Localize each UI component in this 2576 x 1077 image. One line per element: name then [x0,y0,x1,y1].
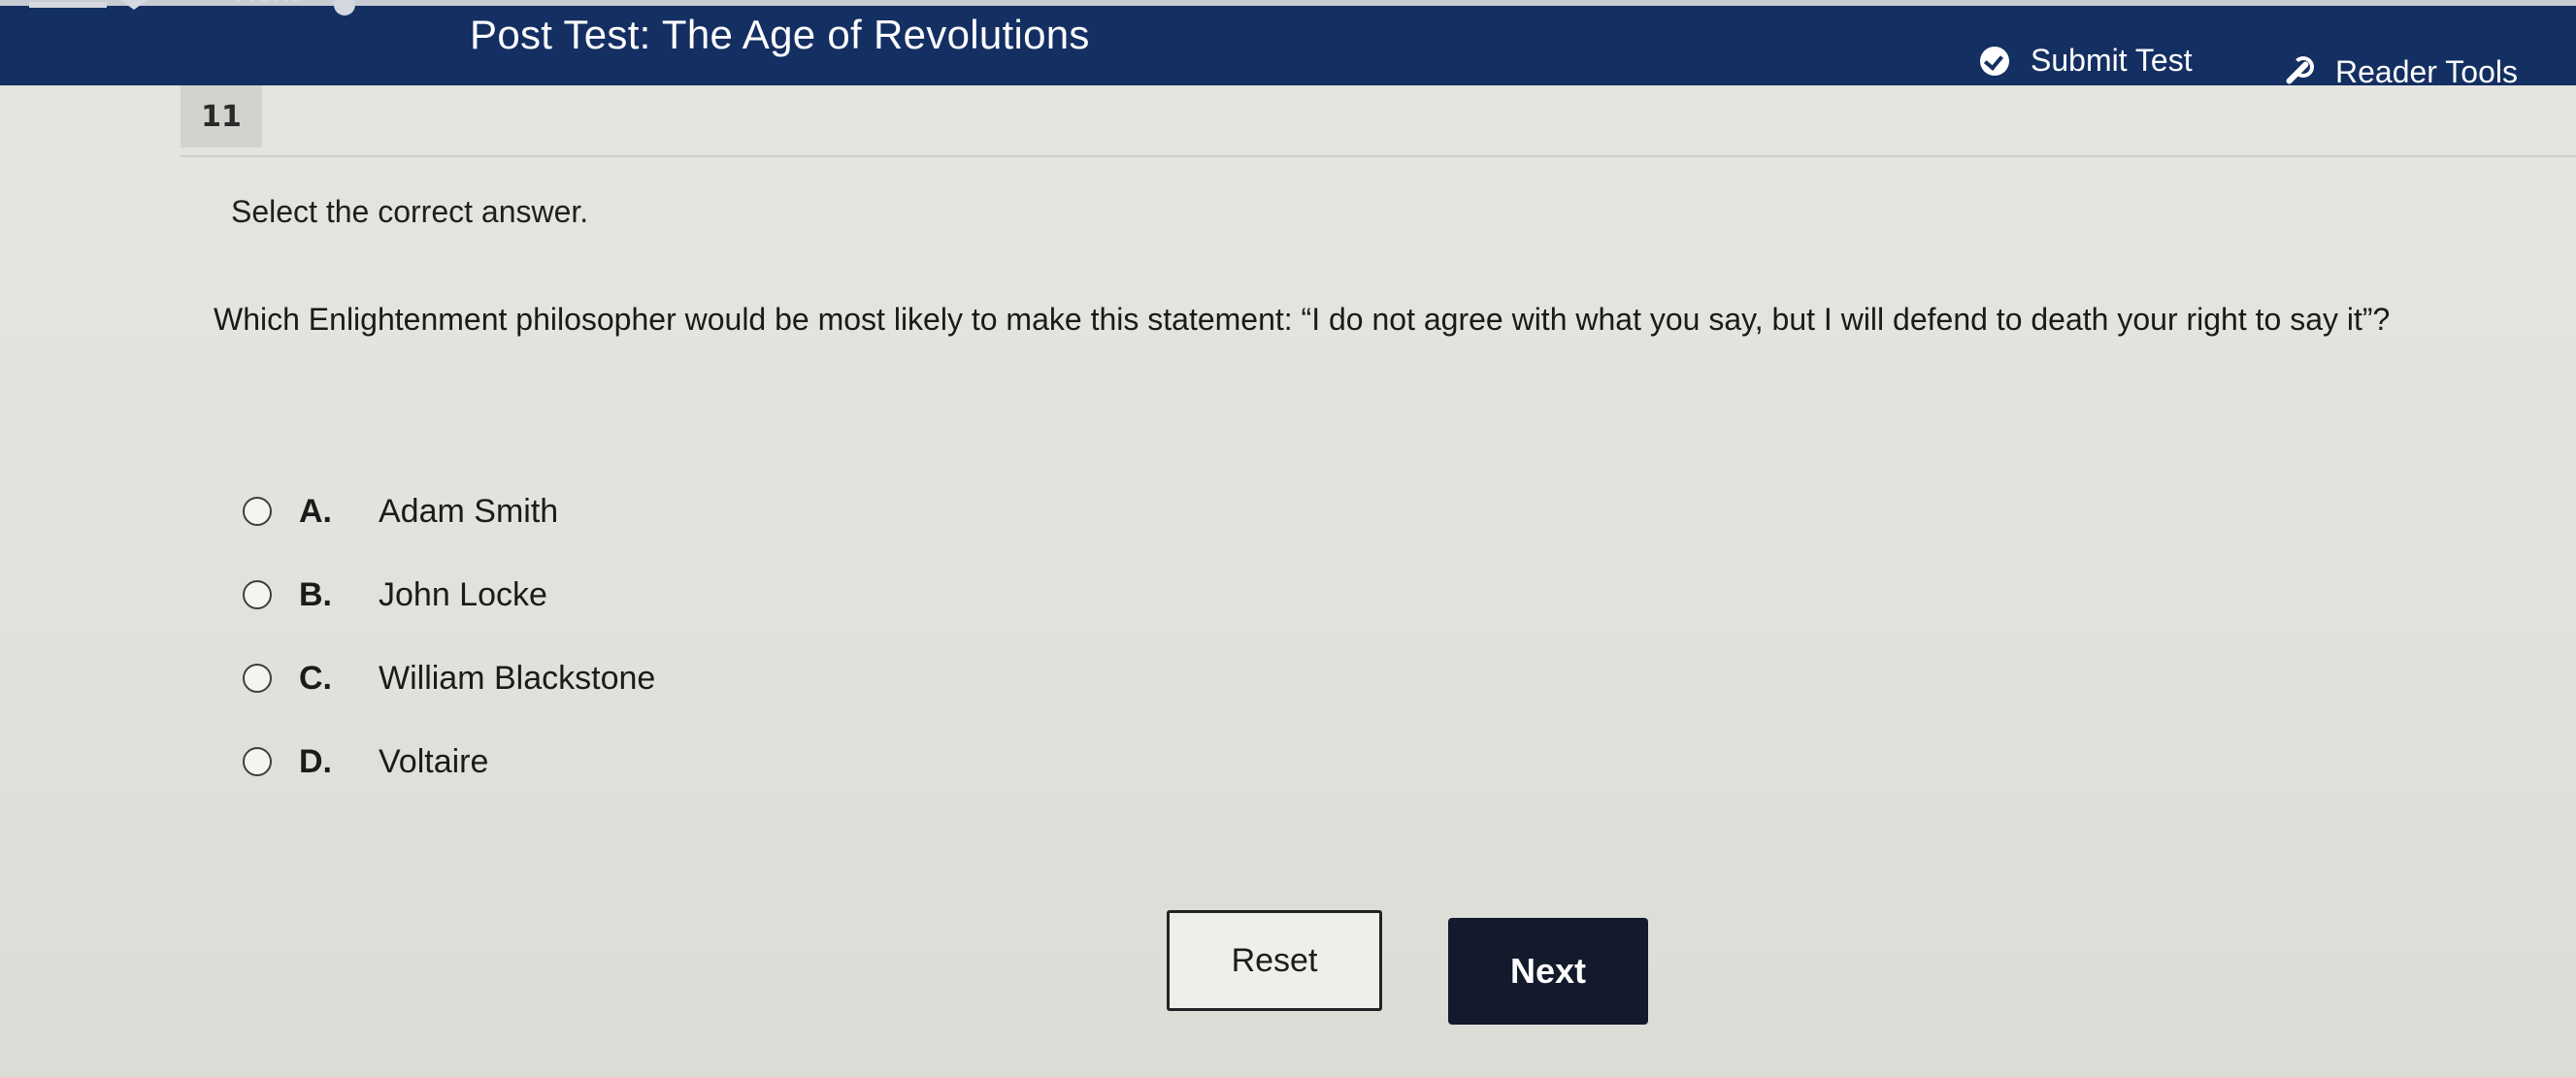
answer-option-c[interactable]: C. William Blackstone [243,636,655,720]
option-letter: D. [299,742,332,780]
previous-bar-icon [29,2,107,8]
submit-test-label: Submit Test [2031,43,2193,78]
question-prompt: Which Enlightenment philosopher would be… [214,302,2391,337]
header-next-link[interactable]: Next [235,0,299,10]
check-circle-icon [1980,46,2009,76]
reset-button[interactable]: Reset [1167,910,1382,1011]
option-letter: C. [299,659,332,697]
option-text: Voltaire [379,742,489,780]
answer-option-a[interactable]: A. Adam Smith [243,470,655,553]
wrench-icon [2281,55,2314,86]
question-instruction: Select the correct answer. [231,194,589,229]
submit-test-button[interactable]: Submit Test [1980,43,2193,79]
option-text: John Locke [379,575,547,613]
option-text: William Blackstone [379,659,656,697]
header-top-edge [0,0,2576,6]
chevron-down-icon [120,0,148,10]
radio-button-a[interactable] [243,497,272,526]
answer-option-d[interactable]: D. Voltaire [243,720,655,803]
arrow-right-icon [334,0,355,16]
option-text: Adam Smith [379,492,559,530]
question-number: 11 [201,99,242,134]
option-letter: B. [299,575,332,613]
next-button[interactable]: Next [1448,918,1648,1025]
radio-button-c[interactable] [243,664,272,693]
answer-options: A. Adam Smith B. John Locke C. William B… [243,470,655,803]
radio-button-d[interactable] [243,747,272,776]
question-divider [181,155,2576,157]
reader-tools-button[interactable]: Reader Tools [2281,54,2518,85]
question-number-badge: 11 [181,85,262,147]
page-title: Post Test: The Age of Revolutions [470,12,1090,57]
answer-option-b[interactable]: B. John Locke [243,553,655,636]
previous-question-control[interactable] [29,0,243,12]
option-letter: A. [299,492,332,530]
radio-button-b[interactable] [243,580,272,609]
test-header-bar: Next Post Test: The Age of Revolutions S… [0,0,2576,85]
reader-tools-label: Reader Tools [2335,54,2518,85]
